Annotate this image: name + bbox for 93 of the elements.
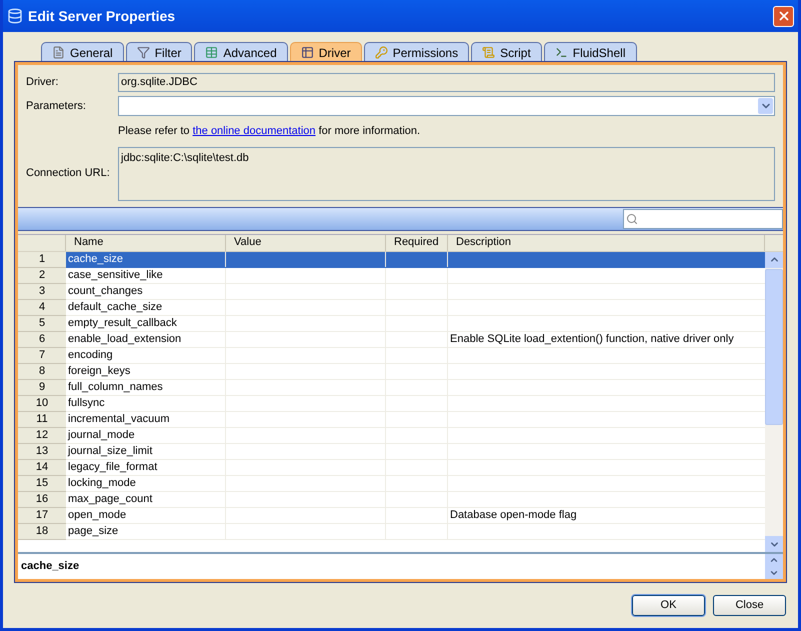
field-label: Driver: — [26, 75, 60, 90]
table-row[interactable]: full_column_names — [66, 380, 765, 396]
table-row[interactable]: enable_load_extension Enable SQLite load_extention() function, native driver only — [66, 332, 765, 348]
script-icon — [482, 46, 496, 59]
help-text: Please refer to the online documentation for more information. — [118, 125, 420, 137]
selected-name-text: cache_size — [21, 559, 80, 574]
database-icon — [7, 8, 23, 24]
row-number: 1 — [18, 252, 66, 268]
row-number: 11 — [18, 412, 66, 428]
row-number: 12 — [18, 428, 66, 444]
table-cell: locking_mode — [66, 476, 226, 490]
table-cell: cache_size — [66, 252, 226, 266]
row-number: 8 — [18, 364, 66, 380]
column-header[interactable]: Description — [448, 234, 765, 250]
table-cell: default_cache_size — [66, 300, 226, 314]
table-row[interactable]: max_page_count — [66, 492, 765, 508]
row-number: 9 — [18, 380, 66, 396]
grid-icon — [300, 46, 314, 59]
table-cell: max_page_count — [66, 492, 226, 506]
table-cell: count_changes — [66, 284, 226, 298]
grid-icon — [205, 46, 218, 59]
table-row[interactable]: cache_size — [66, 252, 765, 268]
table-cell: journal_size_limit — [66, 444, 226, 458]
tab[interactable]: Driver — [290, 42, 362, 62]
table-cell: enable_load_extension — [66, 332, 226, 346]
parameters-dropdown[interactable] — [118, 96, 775, 116]
filter-icon — [136, 46, 150, 59]
row-number: 18 — [18, 524, 66, 540]
dialog-button[interactable]: Close — [713, 595, 786, 616]
table-cell: incremental_vacuum — [66, 412, 226, 426]
column-header[interactable]: Name — [66, 234, 226, 250]
close-button[interactable] — [773, 6, 794, 26]
row-number: 15 — [18, 476, 66, 492]
row-number: 2 — [18, 268, 66, 284]
row-number: 16 — [18, 492, 66, 508]
table-row[interactable]: journal_mode — [66, 428, 765, 444]
table-cell: page_size — [66, 524, 226, 538]
tab[interactable]: Script — [471, 42, 542, 62]
table-cell-text: Enable SQLite load_extention() function, native driver only — [450, 332, 734, 347]
column-header[interactable]: Required — [386, 234, 448, 250]
scrollbar[interactable] — [765, 554, 783, 579]
table-cell: case_sensitive_like — [66, 268, 226, 282]
table-cell: fullsync — [66, 396, 226, 410]
row-number: 7 — [18, 348, 66, 364]
search-icon — [626, 212, 638, 224]
search-field[interactable] — [623, 208, 783, 228]
table-row[interactable]: journal_size_limit — [66, 444, 765, 460]
documentation-link[interactable]: the online documentation — [192, 125, 316, 137]
window-title: Edit Server Properties — [28, 6, 176, 26]
document-icon — [52, 46, 65, 59]
table-cell-text: Database open-mode flag — [450, 508, 577, 523]
tab[interactable]: General — [41, 42, 124, 62]
row-number: 6 — [18, 332, 66, 348]
table-cell: foreign_keys — [66, 364, 226, 378]
table-cell: encoding — [66, 348, 226, 362]
key-icon — [374, 46, 388, 59]
row-number: 14 — [18, 460, 66, 476]
tab[interactable]: Filter — [126, 42, 192, 62]
table-cell: full_column_names — [66, 380, 226, 394]
field-label: Connection URL: — [26, 166, 111, 182]
table-cell: journal_mode — [66, 428, 226, 442]
tab[interactable]: FluidShell — [544, 42, 636, 62]
table-cell: legacy_file_format — [66, 460, 226, 474]
table-row[interactable]: empty_result_callback — [66, 316, 765, 332]
table-row[interactable]: open_mode Database open-mode flag — [66, 508, 765, 524]
table-row[interactable]: locking_mode — [66, 476, 765, 492]
table-row[interactable]: encoding — [66, 348, 765, 364]
table-row[interactable]: default_cache_size — [66, 300, 765, 316]
row-number: 3 — [18, 284, 66, 300]
terminal-icon — [554, 46, 568, 59]
row-number: 13 — [18, 444, 66, 460]
table-row[interactable]: case_sensitive_like — [66, 268, 765, 284]
table-row[interactable]: fullsync — [66, 396, 765, 412]
table-cell: open_mode — [66, 508, 226, 522]
table-row[interactable]: page_size — [66, 524, 765, 540]
dialog-button[interactable]: OK — [632, 595, 705, 616]
table-row[interactable]: legacy_file_format — [66, 460, 765, 476]
table-row[interactable]: foreign_keys — [66, 364, 765, 380]
table-row[interactable]: count_changes — [66, 284, 765, 300]
row-number: 17 — [18, 508, 66, 524]
close-icon — [776, 9, 790, 23]
column-header[interactable]: Value — [226, 234, 386, 250]
field-label: Parameters: — [26, 98, 87, 114]
row-number: 4 — [18, 300, 66, 316]
tab[interactable]: Permissions — [364, 42, 470, 62]
table-cell: empty_result_callback — [66, 316, 226, 330]
table-row[interactable]: incremental_vacuum — [66, 412, 765, 428]
row-number: 10 — [18, 396, 66, 412]
connection-url-field: jdbc:sqlite:C:\sqlite\test.db — [118, 146, 775, 200]
tab[interactable]: Advanced — [194, 42, 288, 62]
driver-field: org.sqlite.JDBC — [118, 73, 775, 92]
row-number: 5 — [18, 316, 66, 332]
scrollbar[interactable] — [765, 252, 783, 552]
